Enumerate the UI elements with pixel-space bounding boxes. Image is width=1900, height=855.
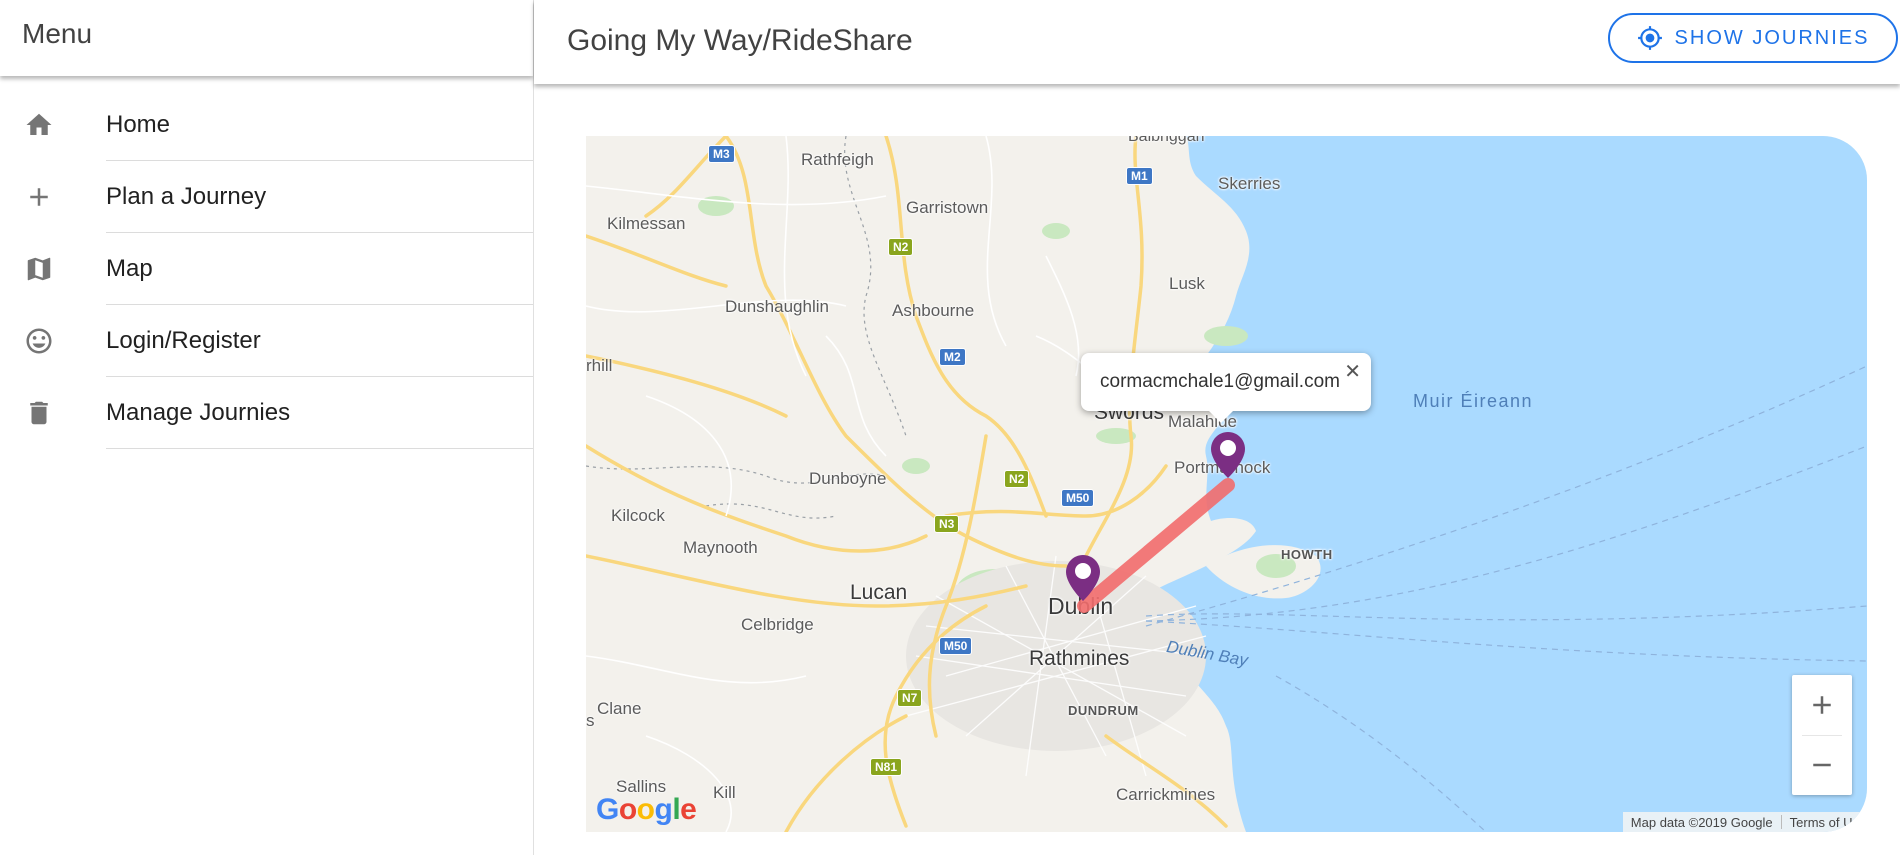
plus-icon: [24, 182, 54, 212]
page-title: Going My Way/RideShare: [567, 24, 913, 57]
sidebar-item-label: Map: [106, 255, 153, 282]
zoom-out-button[interactable]: [1792, 735, 1852, 795]
sidebar-item-map[interactable]: Map: [0, 233, 533, 305]
map-view[interactable]: Balbriggan Rathfeigh Skerries Kilmessan …: [586, 136, 1867, 832]
smiley-icon: [24, 326, 54, 356]
divider: [106, 448, 533, 449]
show-journies-button[interactable]: SHOW JOURNIES: [1608, 13, 1898, 63]
sidebar-nav: Home Plan a Journey Map Login/Register M…: [0, 89, 533, 449]
trash-icon: [24, 398, 54, 428]
minus-icon: [1813, 763, 1831, 767]
info-window-email: cormacmchale1@gmail.com: [1100, 371, 1340, 392]
zoom-controls: [1792, 675, 1852, 795]
my-location-icon: [1637, 26, 1662, 50]
home-icon: [24, 110, 54, 140]
close-icon[interactable]: ✕: [1344, 359, 1361, 384]
sidebar-item-plan-journey[interactable]: Plan a Journey: [0, 161, 533, 233]
map-data-credit: Map data ©2019 Google: [1630, 814, 1773, 830]
sidebar-item-label: Plan a Journey: [106, 183, 267, 210]
info-window: cormacmchale1@gmail.com ✕: [1081, 353, 1371, 423]
app-header: Going My Way/RideShare SHOW JOURNIES: [534, 0, 1900, 84]
route-line: [1077, 478, 1235, 613]
google-logo[interactable]: Google: [596, 793, 697, 827]
sidebar-item-manage-journies[interactable]: Manage Journies: [0, 377, 533, 449]
plus-icon: [1813, 696, 1831, 714]
show-journies-label: SHOW JOURNIES: [1674, 26, 1870, 49]
sidebar-item-label: Login/Register: [106, 327, 261, 354]
sidebar-item-home[interactable]: Home: [0, 89, 533, 161]
map-icon: [24, 254, 54, 284]
map-marker-end[interactable]: [1211, 432, 1245, 478]
sidebar-item-label: Home: [106, 111, 171, 138]
map-attribution: Map data ©2019 Google Terms of Us: [1622, 812, 1867, 832]
zoom-in-button[interactable]: [1792, 675, 1852, 735]
sidebar-title: Menu: [22, 18, 93, 49]
map-marker-start[interactable]: [1066, 555, 1100, 601]
sidebar-header: Menu: [0, 0, 533, 76]
sidebar-item-login-register[interactable]: Login/Register: [0, 305, 533, 377]
terms-link[interactable]: Terms of Us: [1782, 815, 1867, 830]
sidebar: Menu Home Plan a Journey Map Login/Regis…: [0, 0, 534, 855]
sidebar-item-label: Manage Journies: [106, 399, 291, 426]
